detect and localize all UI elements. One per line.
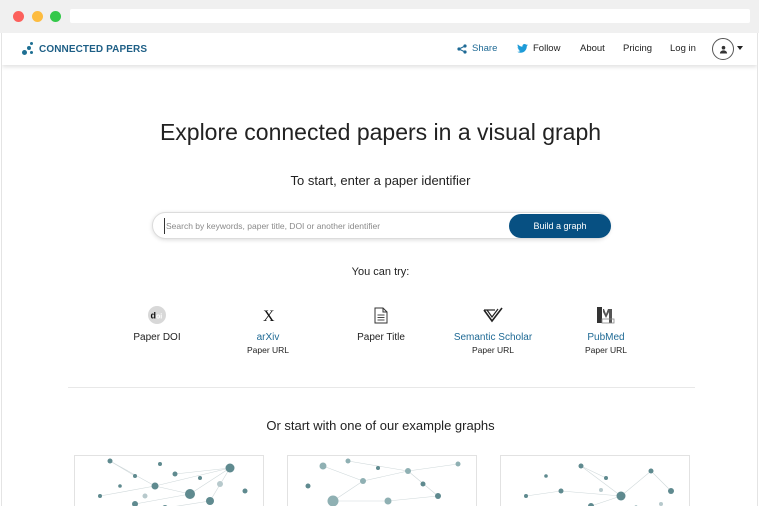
page-title: Explore connected papers in a visual gra… bbox=[159, 119, 602, 145]
example-label: arXiv bbox=[256, 332, 280, 343]
nav-share-label: Share bbox=[472, 43, 498, 54]
graph-thumbnail-image bbox=[524, 463, 674, 506]
example-graph-card-2[interactable] bbox=[287, 455, 477, 506]
svg-text:oi: oi bbox=[156, 314, 162, 321]
example-paper-doi[interactable]: d oi Paper DOI bbox=[97, 305, 217, 344]
example-graphs-heading: Or start with one of our example graphs bbox=[266, 418, 495, 433]
section-divider bbox=[68, 387, 695, 388]
user-icon bbox=[719, 45, 727, 54]
nav-login-link[interactable]: Log in bbox=[670, 43, 696, 54]
pubmed-icon bbox=[597, 307, 615, 324]
example-pubmed[interactable]: PubMed Paper URL bbox=[546, 305, 666, 356]
example-sublabel: Paper URL bbox=[246, 345, 290, 355]
build-graph-button[interactable]: Build a graph bbox=[509, 214, 611, 238]
example-arxiv[interactable]: X arXiv Paper URL bbox=[208, 305, 328, 356]
share-icon bbox=[457, 43, 467, 54]
example-graph-card-1[interactable] bbox=[74, 455, 264, 506]
twitter-icon bbox=[517, 44, 528, 53]
connected-papers-logo-icon bbox=[21, 42, 35, 56]
window-close-button[interactable] bbox=[13, 11, 24, 22]
example-sublabel: Paper URL bbox=[471, 345, 515, 355]
browser-chrome bbox=[0, 0, 759, 33]
account-menu-button[interactable] bbox=[712, 38, 734, 60]
document-icon bbox=[374, 307, 388, 323]
page-subtitle: To start, enter a paper identifier bbox=[290, 173, 471, 188]
search-bar: Build a graph bbox=[152, 212, 611, 239]
brand-name: CONNECTED PAPERS bbox=[39, 43, 148, 55]
search-input[interactable] bbox=[164, 218, 504, 234]
example-label: Paper DOI bbox=[133, 332, 181, 343]
try-label: You can try: bbox=[351, 266, 410, 278]
svg-text:X: X bbox=[263, 308, 275, 323]
example-label: Semantic Scholar bbox=[453, 332, 533, 343]
nav-share-link[interactable]: Share bbox=[457, 43, 497, 54]
example-paper-title[interactable]: Paper Title bbox=[321, 305, 441, 344]
chevron-down-icon[interactable] bbox=[737, 46, 743, 50]
page-frame: CONNECTED PAPERS Share Follow About Pric… bbox=[1, 33, 758, 506]
example-semantic-scholar[interactable]: Semantic Scholar Paper URL bbox=[433, 305, 553, 356]
example-graph-card-3[interactable] bbox=[500, 455, 690, 506]
nav-follow-label: Follow bbox=[533, 43, 561, 54]
graph-thumbnail-image bbox=[305, 458, 461, 506]
top-navbar: CONNECTED PAPERS Share Follow About Pric… bbox=[2, 33, 757, 65]
example-label: PubMed bbox=[587, 332, 625, 343]
nav-about-link[interactable]: About bbox=[580, 43, 605, 54]
example-sublabel: Paper URL bbox=[584, 345, 628, 355]
semantic-scholar-icon bbox=[483, 307, 503, 323]
window-maximize-button[interactable] bbox=[50, 11, 61, 22]
window-minimize-button[interactable] bbox=[32, 11, 43, 22]
nav-pricing-link[interactable]: Pricing bbox=[623, 43, 652, 54]
address-bar[interactable] bbox=[70, 9, 750, 23]
nav-follow-link[interactable]: Follow bbox=[517, 43, 560, 54]
arxiv-icon: X bbox=[263, 308, 275, 323]
graph-thumbnail-image bbox=[98, 458, 248, 506]
example-label: Paper Title bbox=[357, 332, 405, 343]
doi-icon: d oi bbox=[148, 306, 166, 324]
brand-logo[interactable]: CONNECTED PAPERS bbox=[21, 42, 147, 56]
